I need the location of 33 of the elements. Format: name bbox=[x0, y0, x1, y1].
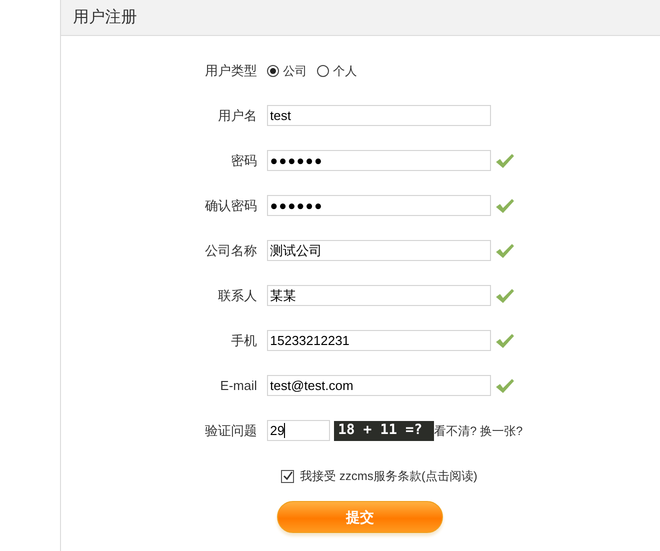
input-field[interactable]: 15233212231 bbox=[267, 330, 491, 351]
check-icon bbox=[495, 198, 515, 214]
field-label: 联系人 bbox=[217, 286, 258, 305]
captcha-input-field[interactable]: 29 bbox=[267, 420, 330, 441]
field-label: 手机 bbox=[230, 332, 258, 350]
field-label: E-mail bbox=[219, 376, 258, 395]
panel-title: 用户注册 bbox=[73, 8, 137, 28]
radio-label: 公司 bbox=[283, 62, 307, 80]
check-icon bbox=[495, 242, 515, 258]
agreement-checkbox[interactable] bbox=[281, 470, 294, 482]
check-icon bbox=[495, 378, 515, 394]
input-field[interactable]: test bbox=[267, 105, 491, 126]
input-field[interactable]: 某某 bbox=[267, 285, 491, 306]
field-label: 验证问题 bbox=[204, 422, 258, 440]
check-icon bbox=[282, 471, 292, 481]
field-label: 用户类型 bbox=[204, 62, 258, 80]
field-label: 用户名 bbox=[217, 106, 258, 125]
captcha-image: 18 + 11 =? bbox=[334, 420, 434, 440]
check-icon bbox=[495, 152, 515, 168]
field-label: 密码 bbox=[230, 152, 258, 170]
field-label: 公司名称 bbox=[204, 242, 258, 260]
check-icon bbox=[495, 288, 515, 304]
password-field[interactable]: ●●●●●● bbox=[267, 195, 491, 216]
radio-button[interactable] bbox=[317, 64, 329, 76]
password-field[interactable]: ●●●●●● bbox=[267, 150, 491, 171]
input-field[interactable]: test@test.com bbox=[267, 375, 491, 396]
radio-button[interactable] bbox=[267, 64, 279, 76]
input-field[interactable]: 测试公司 bbox=[267, 240, 491, 261]
agreement-text[interactable]: 我接受 zzcms服务条款(点击阅读) bbox=[300, 467, 478, 485]
radio-label: 个人 bbox=[333, 62, 357, 80]
field-label: 确认密码 bbox=[204, 196, 258, 215]
check-icon bbox=[495, 332, 515, 348]
refresh-captcha-link[interactable]: 看不清? 换一张? bbox=[434, 422, 523, 440]
